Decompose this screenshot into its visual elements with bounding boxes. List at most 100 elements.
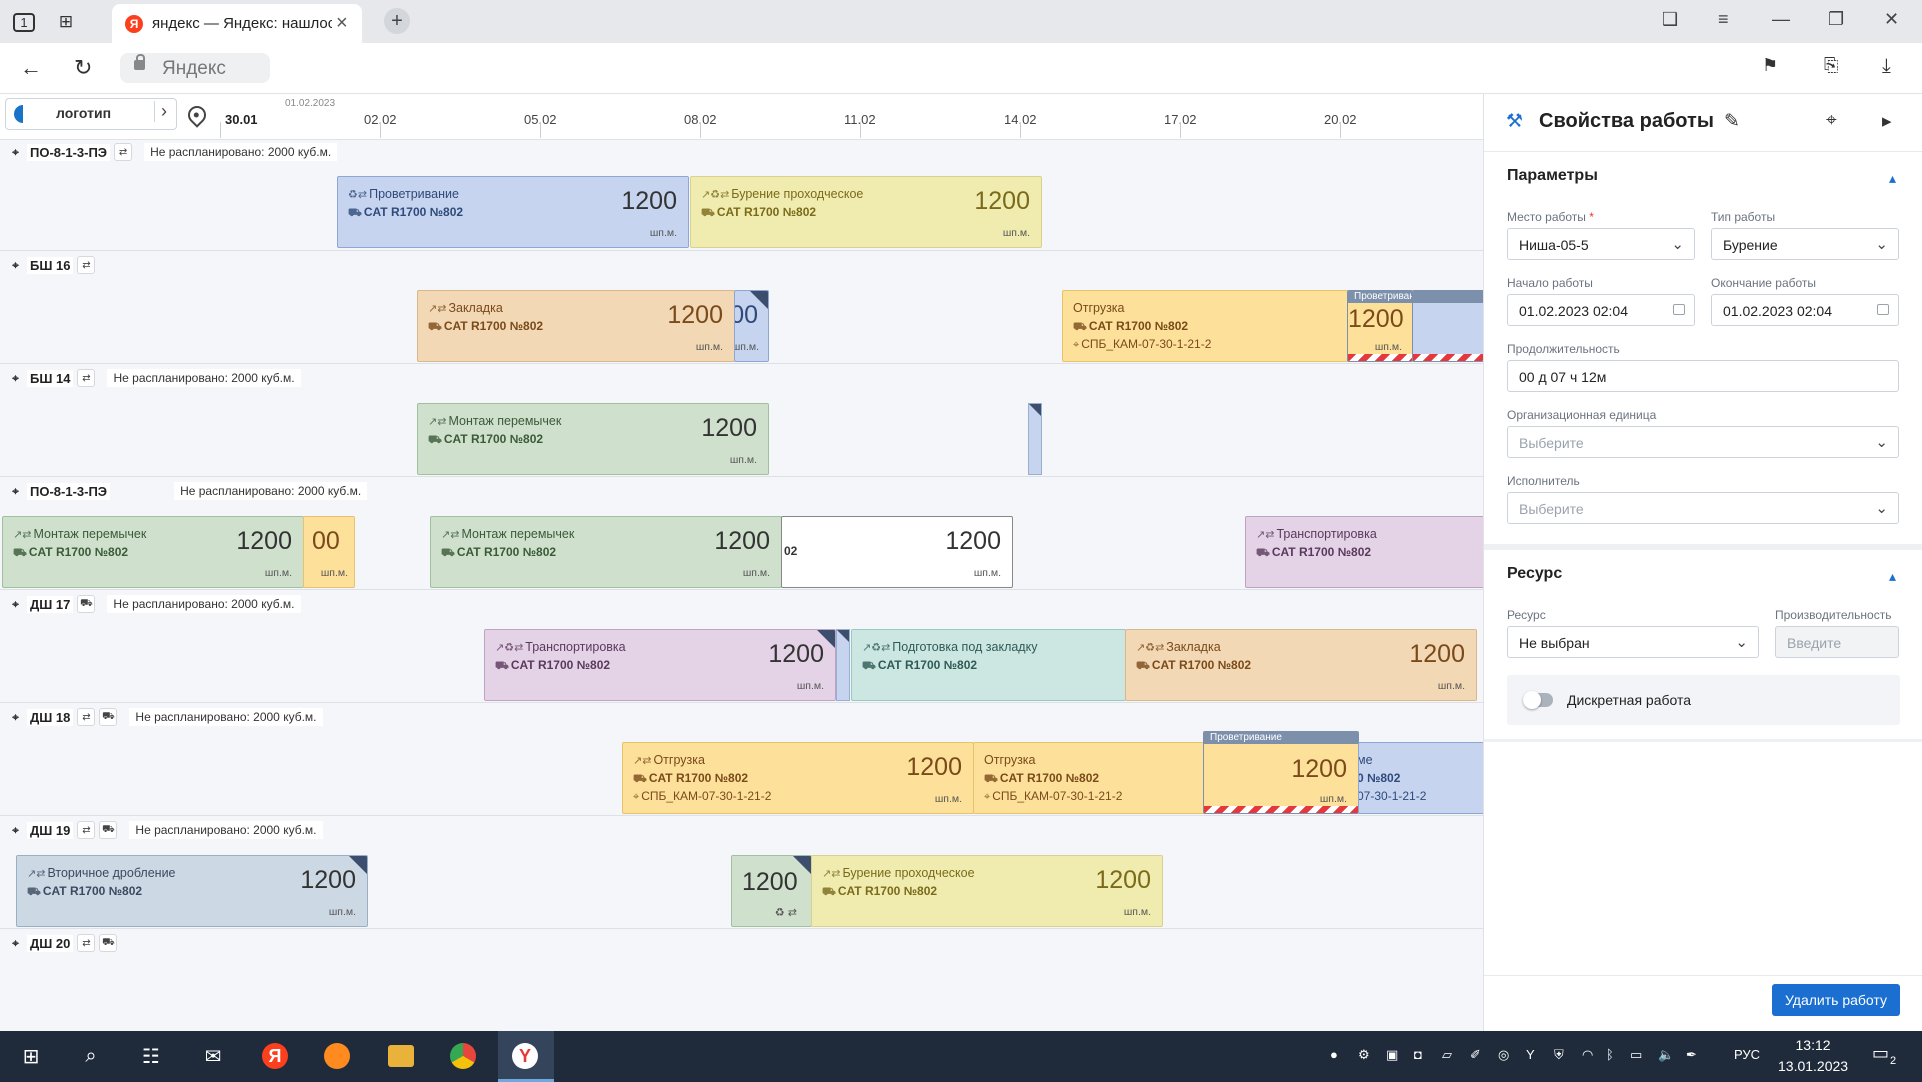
battery-icon[interactable]: ▭ — [1630, 1047, 1642, 1063]
file-explorer-icon[interactable] — [388, 1045, 414, 1067]
duration-field[interactable]: 00 д 07 ч 12м — [1507, 360, 1899, 392]
chrome-icon[interactable] — [450, 1043, 476, 1069]
row-label[interactable]: ⌖ ПО-8-1-3-ПЭ ⇄ Не распланировано: 2000 … — [8, 142, 338, 162]
mail-icon[interactable]: ✉ — [200, 1043, 226, 1069]
transport-icon[interactable]: ⇄ — [77, 708, 96, 726]
task-bar-selected[interactable]: 02 1200 шп.м. — [781, 516, 1013, 588]
tray-app-icon[interactable]: ● — [1330, 1047, 1338, 1062]
collections-icon[interactable]: ⎘ — [1824, 55, 1838, 76]
transport-icon[interactable]: ⇄ — [77, 369, 96, 387]
search-icon[interactable]: ⌕ — [78, 1043, 104, 1069]
minimize-icon[interactable]: — — [1772, 9, 1790, 30]
chevron-up-icon[interactable]: ▴ — [1889, 568, 1896, 585]
executor-select[interactable]: Выберите ⌄ — [1507, 492, 1899, 524]
task-bar[interactable]: ↗⇄ Транспортировка ⛟ CAT R1700 №802 — [1245, 516, 1483, 588]
edit-icon[interactable]: ✎ — [1724, 110, 1740, 133]
restore-icon[interactable]: ❐ — [1828, 9, 1844, 30]
task-bar[interactable]: Проветривание 1200 шп.м. — [1203, 731, 1359, 814]
bookmark-icon[interactable]: ⚑ — [1762, 55, 1778, 76]
task-bar[interactable]: ↗♻⇄ Закладка ⛟ CAT R1700 №802 1200 шп.м. — [1125, 629, 1477, 701]
transport-icon[interactable]: ⇄ — [77, 256, 96, 274]
type-select[interactable]: Бурение ⌄ — [1711, 228, 1899, 260]
task-bar[interactable]: ↗⇄ Монтаж перемычек ⛟ CAT R1700 №802 1200 … — [430, 516, 782, 588]
row-label[interactable]: ⌖ ДШ 18 ⇄ ⛟ Не распланировано: 2000 куб.… — [8, 707, 323, 727]
tray-app-icon[interactable]: ◎ — [1498, 1047, 1509, 1063]
tab-groups-icon[interactable]: ⊞ — [52, 8, 80, 36]
location-pin-icon[interactable] — [184, 102, 210, 128]
task-view-icon[interactable]: ☷ — [138, 1043, 164, 1069]
row-label[interactable]: ⌖ БШ 16 ⇄ — [8, 255, 96, 275]
tray-app-icon[interactable]: ⚙ — [1358, 1047, 1370, 1063]
task-bar[interactable]: ↗♻⇄ Транспортировка ⛟ CAT R1700 №802 1200 … — [484, 629, 836, 701]
task-bar[interactable]: ме 0 №802 07-30-1-21-2 — [1358, 742, 1483, 814]
chevron-right-icon[interactable]: › — [154, 101, 167, 122]
url-field[interactable]: Яндекс — [120, 53, 270, 83]
chevron-up-icon[interactable]: ▴ — [1889, 170, 1896, 187]
close-panel-icon[interactable]: ▸ — [1882, 110, 1892, 133]
org-select[interactable]: Выберите ⌄ — [1507, 426, 1899, 458]
row-label[interactable]: ⌖ ДШ 20 ⇄ ⛟ — [8, 933, 118, 953]
machine-icon[interactable]: ⛟ — [99, 934, 118, 952]
tray-app-icon[interactable]: ✐ — [1470, 1047, 1481, 1063]
task-bar[interactable] — [1412, 290, 1483, 362]
task-bar[interactable]: ↗⇄ Монтаж перемычек ⛟ CAT R1700 №802 1200 … — [417, 403, 769, 475]
task-bar[interactable]: 00 шп.м. — [303, 516, 355, 588]
fit-view-icon[interactable]: ⌖ — [1826, 110, 1837, 132]
row-label[interactable]: ⌖ ДШ 19 ⇄ ⛟ Не распланировано: 2000 куб.… — [8, 820, 323, 840]
task-bar[interactable]: Проветривание 1200 шп.м. — [1347, 290, 1413, 362]
task-bar[interactable]: 1200 ♻ ⇄ — [731, 855, 812, 927]
task-bar[interactable]: ↗⇄ Вторичное дробление ⛟ CAT R1700 №802 12… — [16, 855, 368, 927]
pen-icon[interactable]: ✒ — [1686, 1047, 1697, 1063]
task-bar[interactable]: ↗⇄ Закладка ⛟ CAT R1700 №802 1200 шп.м. — [417, 290, 735, 362]
tab-close-icon[interactable]: × — [336, 12, 348, 35]
windows-start-icon[interactable]: ⊞ — [18, 1043, 44, 1069]
calendar-icon[interactable] — [1673, 304, 1685, 315]
firefox-icon[interactable] — [324, 1043, 350, 1069]
wifi-icon[interactable]: ◠ — [1582, 1047, 1593, 1063]
yandex-browser-icon[interactable]: Y — [512, 1043, 538, 1069]
language-indicator[interactable]: РУС — [1734, 1047, 1760, 1062]
place-select[interactable]: Ниша-05-5 ⌄ — [1507, 228, 1695, 260]
task-bar[interactable]: ↗♻⇄ Бурение проходческое ⛟ CAT R1700 №802 … — [690, 176, 1042, 248]
new-tab-button[interactable]: + — [384, 8, 410, 34]
end-date-field[interactable]: 01.02.2023 02:04 — [1711, 294, 1899, 326]
calendar-icon[interactable] — [1877, 304, 1889, 315]
transport-icon[interactable]: ⇄ — [114, 143, 133, 161]
delete-work-button[interactable]: Удалить работу — [1772, 984, 1900, 1016]
machine-icon[interactable]: ⛟ — [99, 708, 118, 726]
tray-app-icon[interactable]: ⛨ — [1554, 1047, 1564, 1063]
tray-app-icon[interactable]: ▱ — [1442, 1047, 1452, 1063]
discrete-work-toggle[interactable] — [1523, 691, 1553, 709]
tab-yandex[interactable]: Я яндекс — Яндекс: нашлось × — [112, 4, 362, 43]
task-bar-narrow[interactable] — [836, 629, 850, 701]
task-bar[interactable]: ↗⇄ Бурение проходческое ⛟ CAT R1700 №802 1… — [811, 855, 1163, 927]
reload-icon[interactable]: ↻ — [74, 55, 92, 81]
tab-count-icon[interactable]: 1 — [10, 8, 38, 36]
bluetooth-icon[interactable]: ᛒ — [1606, 1047, 1614, 1062]
task-bar[interactable]: ↗♻⇄ Подготовка под закладку ⛟ CAT R1700 №8… — [851, 629, 1126, 701]
task-bar[interactable]: Отгрузка ⛟ CAT R1700 №802 ⌖ СПБ_КАМ-07-30-… — [1062, 290, 1348, 362]
back-icon[interactable]: ← — [20, 55, 42, 81]
logo-selector[interactable]: логотип › — [5, 98, 177, 130]
bookmarks-panel-icon[interactable]: ❑ — [1662, 9, 1678, 30]
task-bar[interactable]: ↗⇄ Отгрузка ⛟ CAT R1700 №802 ⌖ СПБ_КАМ-07-3… — [622, 742, 974, 814]
task-bar[interactable]: 00 шп.м. — [734, 290, 769, 362]
notifications-icon[interactable]: ▭ — [1872, 1043, 1889, 1064]
tray-app-icon[interactable]: ◘ — [1414, 1047, 1422, 1062]
task-bar[interactable]: Отгрузка ⛟ CAT R1700 №802 ⌖ СПБ_КАМ-07-30-… — [973, 742, 1205, 814]
transport-icon[interactable]: ⇄ — [77, 934, 96, 952]
task-bar[interactable]: ↗⇄ Монтаж перемычек ⛟ CAT R1700 №802 1200 … — [2, 516, 304, 588]
yandex-icon[interactable]: Я — [262, 1043, 288, 1069]
row-label[interactable]: ⌖ БШ 14 ⇄ Не распланировано: 2000 куб.м. — [8, 368, 301, 388]
machine-icon[interactable]: ⛟ — [77, 595, 96, 613]
task-bar[interactable]: ♻⇄ Проветривание ⛟ CAT R1700 №802 1200 шп.… — [337, 176, 689, 248]
close-window-icon[interactable]: ✕ — [1884, 9, 1899, 30]
volume-icon[interactable]: 🔈 — [1658, 1047, 1674, 1063]
machine-icon[interactable]: ⛟ — [99, 821, 118, 839]
row-label[interactable]: ⌖ ДШ 17 ⛟ Не распланировано: 2000 куб.м. — [8, 594, 301, 614]
resource-select[interactable]: Не выбран ⌄ — [1507, 626, 1759, 658]
tray-app-icon[interactable]: Y — [1526, 1047, 1535, 1062]
start-date-field[interactable]: 01.02.2023 02:04 — [1507, 294, 1695, 326]
transport-icon[interactable]: ⇄ — [77, 821, 96, 839]
row-label[interactable]: ⌖ ПО-8-1-3-ПЭ Не распланировано: 2000 ку… — [8, 481, 368, 501]
